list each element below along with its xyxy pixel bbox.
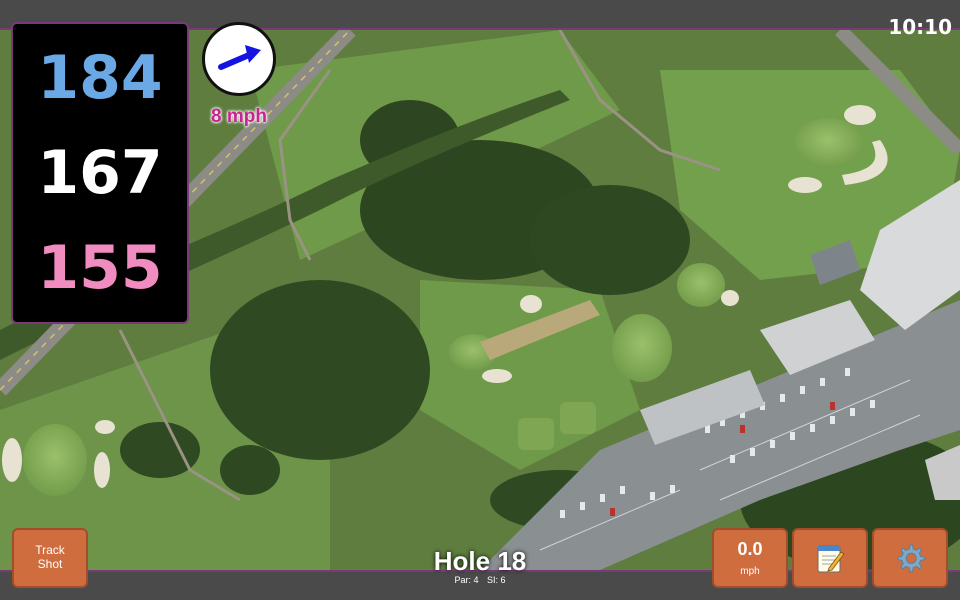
hole-details: Par: 4 SI: 6 xyxy=(380,575,580,585)
wind-direction-dial xyxy=(202,22,276,96)
hole-info: Hole 18 Par: 4 SI: 6 xyxy=(380,548,580,585)
gear-icon xyxy=(897,544,926,573)
wind-arrow-icon xyxy=(218,45,261,70)
speed-value: 0.0 xyxy=(737,539,763,559)
front-distance: 155 xyxy=(37,233,163,304)
hole-title: Hole 18 xyxy=(433,546,527,576)
track-shot-label-line2: Shot xyxy=(37,557,63,571)
clock-time: 10:10 xyxy=(888,15,952,39)
wind-speed-label: 8 mph xyxy=(211,106,267,127)
back-distance: 184 xyxy=(37,42,163,113)
speed-button[interactable]: 0.0 mph xyxy=(712,528,788,588)
hole-stroke-index: SI: 6 xyxy=(487,575,506,585)
hole-par: Par: 4 xyxy=(454,575,479,585)
notes-button[interactable] xyxy=(792,528,868,588)
middle-distance: 167 xyxy=(37,137,163,208)
settings-button[interactable] xyxy=(872,528,948,588)
distance-panel: 184 167 155 xyxy=(11,22,189,324)
track-shot-button[interactable]: Track Shot xyxy=(12,528,88,588)
track-shot-label-line1: Track xyxy=(35,543,65,558)
speed-unit: mph xyxy=(740,566,760,577)
notepad-icon xyxy=(817,545,845,573)
